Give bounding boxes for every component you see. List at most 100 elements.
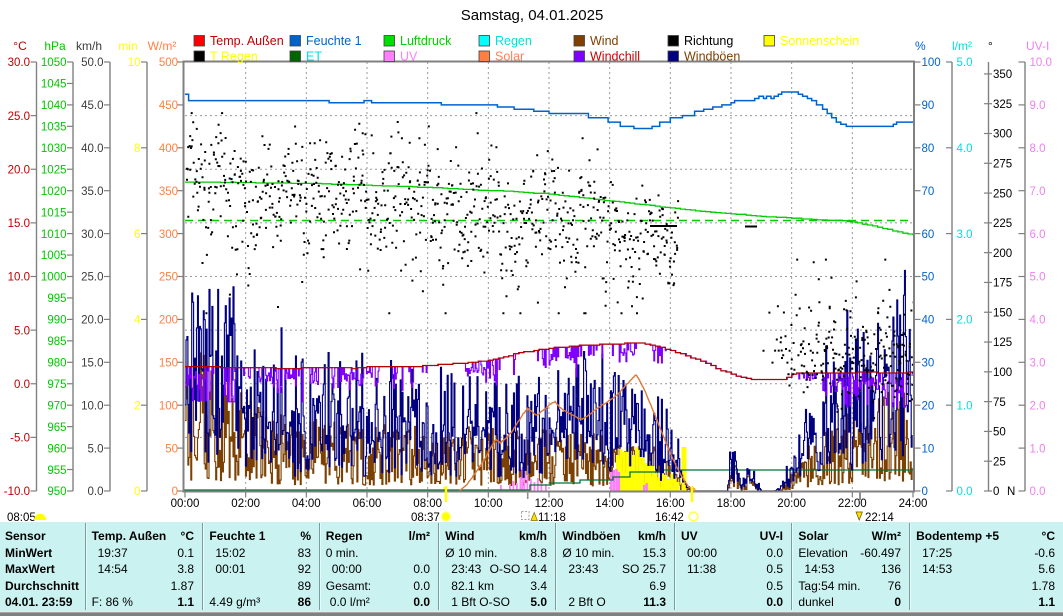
svg-text:0.0: 0.0 bbox=[1030, 486, 1046, 498]
svg-text:1025: 1025 bbox=[41, 164, 67, 176]
svg-text:08:00: 08:00 bbox=[413, 498, 442, 510]
svg-text:100: 100 bbox=[159, 400, 178, 412]
svg-text:25.0: 25.0 bbox=[81, 272, 103, 284]
svg-text:300: 300 bbox=[993, 129, 1012, 141]
svg-text:UV: UV bbox=[400, 50, 418, 64]
svg-text:250: 250 bbox=[993, 188, 1012, 200]
svg-text:70: 70 bbox=[922, 186, 935, 198]
svg-text:100: 100 bbox=[922, 57, 941, 69]
svg-text:30.0: 30.0 bbox=[8, 57, 30, 69]
svg-text:hPa: hPa bbox=[44, 39, 66, 53]
svg-text:Solar: Solar bbox=[495, 50, 524, 64]
svg-text:325: 325 bbox=[993, 99, 1012, 111]
svg-text:°: ° bbox=[988, 39, 993, 53]
svg-text:970: 970 bbox=[47, 400, 66, 412]
svg-text:30.0: 30.0 bbox=[81, 229, 103, 241]
svg-text:975: 975 bbox=[47, 379, 66, 391]
svg-text:90: 90 bbox=[922, 100, 935, 112]
svg-text:24:00: 24:00 bbox=[899, 498, 928, 510]
svg-text:955: 955 bbox=[47, 465, 66, 477]
svg-text:-5.0: -5.0 bbox=[10, 433, 30, 445]
svg-text:1010: 1010 bbox=[41, 229, 67, 241]
svg-text:2: 2 bbox=[134, 400, 140, 412]
svg-text:T Regen: T Regen bbox=[210, 50, 258, 64]
svg-text:04:00: 04:00 bbox=[292, 498, 321, 510]
svg-text:25.0: 25.0 bbox=[8, 111, 30, 123]
svg-text:5.0: 5.0 bbox=[1030, 272, 1046, 284]
svg-text:1.0: 1.0 bbox=[957, 400, 973, 412]
svg-text:0: 0 bbox=[172, 486, 178, 498]
svg-text:35.0: 35.0 bbox=[81, 186, 103, 198]
svg-text:1035: 1035 bbox=[41, 122, 67, 134]
svg-text:Windböen: Windböen bbox=[684, 50, 740, 64]
svg-text:4.0: 4.0 bbox=[1030, 315, 1046, 327]
svg-text:990: 990 bbox=[47, 315, 66, 327]
svg-text:225: 225 bbox=[993, 218, 1012, 230]
svg-text:0: 0 bbox=[134, 486, 140, 498]
svg-text:Feuchte 1: Feuchte 1 bbox=[306, 34, 362, 48]
svg-text:4: 4 bbox=[134, 315, 141, 327]
svg-text:980: 980 bbox=[47, 358, 66, 370]
svg-text:Wind: Wind bbox=[590, 34, 619, 48]
svg-text:Richtung: Richtung bbox=[684, 34, 733, 48]
svg-text:10: 10 bbox=[128, 57, 141, 69]
svg-text:Luftdruck: Luftdruck bbox=[400, 34, 452, 48]
svg-text:45.0: 45.0 bbox=[81, 100, 103, 112]
svg-text:40.0: 40.0 bbox=[81, 143, 103, 155]
svg-text:3.0: 3.0 bbox=[1030, 358, 1046, 370]
svg-text:9.0: 9.0 bbox=[1030, 100, 1046, 112]
svg-text:UV-I: UV-I bbox=[1026, 39, 1049, 53]
svg-text:30: 30 bbox=[922, 358, 935, 370]
svg-text:1050: 1050 bbox=[41, 57, 67, 69]
svg-text:14:00: 14:00 bbox=[595, 498, 624, 510]
svg-text:8.0: 8.0 bbox=[1030, 143, 1046, 155]
svg-text:0.0: 0.0 bbox=[14, 379, 30, 391]
svg-text:10.0: 10.0 bbox=[8, 272, 30, 284]
svg-text:4.0: 4.0 bbox=[957, 143, 973, 155]
svg-text:20:00: 20:00 bbox=[777, 498, 806, 510]
svg-text:06:00: 06:00 bbox=[353, 498, 382, 510]
svg-text:0.0: 0.0 bbox=[88, 486, 104, 498]
svg-text:40: 40 bbox=[922, 315, 935, 327]
svg-text:100: 100 bbox=[993, 367, 1012, 379]
svg-text:25: 25 bbox=[993, 456, 1006, 468]
svg-text:N: N bbox=[1007, 486, 1015, 498]
svg-text:W/m²: W/m² bbox=[148, 39, 177, 53]
svg-text:20.0: 20.0 bbox=[81, 315, 103, 327]
svg-text:80: 80 bbox=[922, 143, 935, 155]
svg-text:8: 8 bbox=[134, 143, 140, 155]
svg-text:50.0: 50.0 bbox=[81, 57, 103, 69]
svg-text:Windchill: Windchill bbox=[590, 50, 640, 64]
svg-text:km/h: km/h bbox=[76, 39, 102, 53]
svg-text:1015: 1015 bbox=[41, 207, 67, 219]
svg-text:10.0: 10.0 bbox=[1030, 57, 1052, 69]
svg-text:400: 400 bbox=[159, 143, 178, 155]
svg-text:2.0: 2.0 bbox=[1030, 400, 1046, 412]
svg-text:18:00: 18:00 bbox=[717, 498, 746, 510]
svg-text:1.0: 1.0 bbox=[1030, 443, 1046, 455]
svg-text:l/m²: l/m² bbox=[952, 39, 972, 53]
svg-text:10: 10 bbox=[922, 443, 935, 455]
svg-text:5.0: 5.0 bbox=[14, 325, 30, 337]
svg-text:°C: °C bbox=[13, 39, 27, 53]
svg-text:500: 500 bbox=[159, 57, 178, 69]
svg-text:950: 950 bbox=[47, 486, 66, 498]
svg-text:20: 20 bbox=[922, 400, 935, 412]
svg-text:0.0: 0.0 bbox=[957, 486, 973, 498]
svg-text:ET: ET bbox=[306, 50, 322, 64]
svg-text:350: 350 bbox=[993, 69, 1012, 81]
svg-text:1020: 1020 bbox=[41, 186, 67, 198]
svg-text:6: 6 bbox=[134, 229, 140, 241]
svg-text:0: 0 bbox=[922, 486, 928, 498]
svg-text:350: 350 bbox=[159, 186, 178, 198]
svg-text:150: 150 bbox=[993, 307, 1012, 319]
svg-text:200: 200 bbox=[159, 315, 178, 327]
svg-text:Sonnenschein: Sonnenschein bbox=[780, 34, 859, 48]
svg-text:Regen: Regen bbox=[495, 34, 532, 48]
svg-text:3.0: 3.0 bbox=[957, 229, 973, 241]
svg-text:02:00: 02:00 bbox=[231, 498, 260, 510]
svg-text:275: 275 bbox=[993, 159, 1012, 171]
svg-text:965: 965 bbox=[47, 422, 66, 434]
svg-text:125: 125 bbox=[993, 337, 1012, 349]
svg-text:450: 450 bbox=[159, 100, 178, 112]
